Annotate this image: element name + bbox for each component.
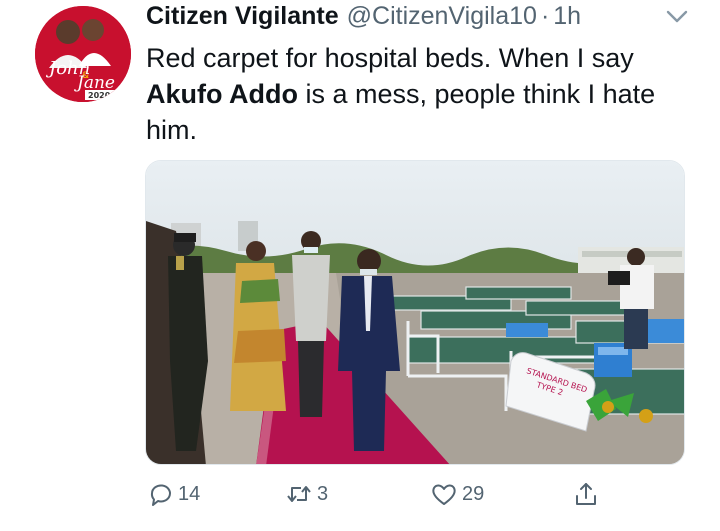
retweet-icon [287,486,311,502]
avatar-image: John & Jane 2020 [35,6,131,102]
reply-icon [150,484,171,506]
avatar[interactable]: John & Jane 2020 [35,6,131,102]
heart-icon [432,484,456,505]
avatar-year: 2020 [88,91,111,100]
tweet-header: Citizen Vigilante @CitizenVigila10 · 1h [146,2,581,36]
photo-illustration: STANDARD BED TYPE 2 [146,161,684,464]
separator-dot: · [540,2,550,30]
tweet-text: Red carpet for hospital beds. When I say… [146,40,706,148]
timestamp[interactable]: 1h [553,2,581,31]
reply-button[interactable]: 14 [146,474,200,514]
tweet-actions: 14 3 29 [0,474,720,514]
retweet-button[interactable]: 3 [285,474,328,514]
tweet-text-part1: Red carpet for hospital beds. When I say [146,43,634,73]
display-name[interactable]: Citizen Vigilante [146,2,339,31]
tweet-text-bold: Akufo Addo [146,79,298,109]
like-button[interactable]: 29 [430,474,484,514]
reply-count: 14 [178,482,201,505]
chevron-down-icon[interactable] [664,6,690,28]
share-icon [576,483,596,505]
tweet-photo[interactable]: STANDARD BED TYPE 2 [145,160,685,465]
retweet-count: 3 [317,482,329,505]
share-button[interactable] [572,474,600,514]
tweet[interactable]: John & Jane 2020 Citizen Vigilante @Citi… [0,0,720,531]
like-count: 29 [462,482,485,505]
user-handle[interactable]: @CitizenVigila10 [347,2,537,31]
